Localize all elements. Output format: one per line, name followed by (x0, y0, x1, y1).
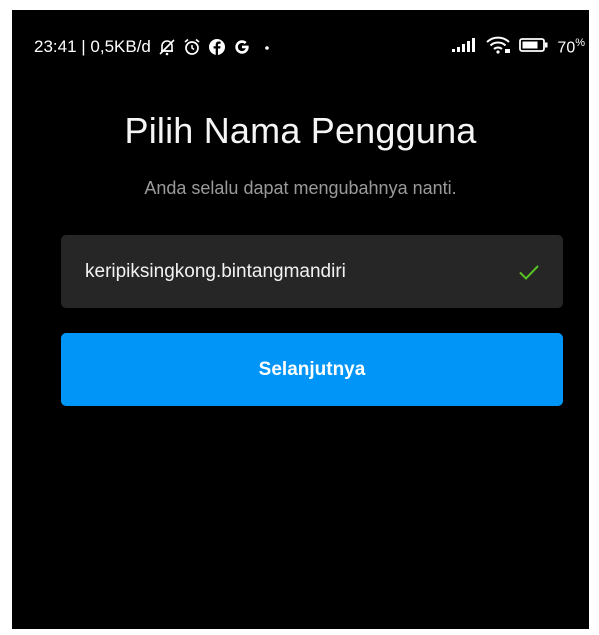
page-subtitle: Anda selalu dapat mengubahnya nanti. (144, 178, 457, 198)
alarm-icon (183, 38, 201, 56)
status-bar-right: 70% (451, 35, 585, 59)
battery-percentage: 70% (557, 37, 585, 57)
status-time-speed: 23:41 | 0,5KB/d (34, 37, 151, 56)
username-input[interactable] (61, 235, 491, 308)
dot-icon (258, 38, 276, 56)
next-button[interactable]: Selanjutnya (61, 333, 563, 406)
check-icon (517, 260, 541, 284)
battery-percent-unit: % (575, 36, 585, 49)
notifications-off-icon (158, 38, 176, 56)
status-bar-left: 23:41 | 0,5KB/d (34, 35, 276, 59)
battery-icon (519, 37, 549, 58)
signal-icon (451, 37, 477, 58)
wifi-icon (485, 36, 511, 59)
page-title: Pilih Nama Pengguna (124, 110, 477, 151)
status-bar: 23:41 | 0,5KB/d 70% (12, 10, 589, 84)
username-field-container (61, 235, 563, 308)
battery-percent-value: 70 (557, 39, 576, 57)
facebook-icon (208, 38, 226, 56)
google-icon (233, 38, 251, 56)
app-screen: 23:41 | 0,5KB/d 70% Pilih Nama Pengguna … (12, 10, 589, 629)
